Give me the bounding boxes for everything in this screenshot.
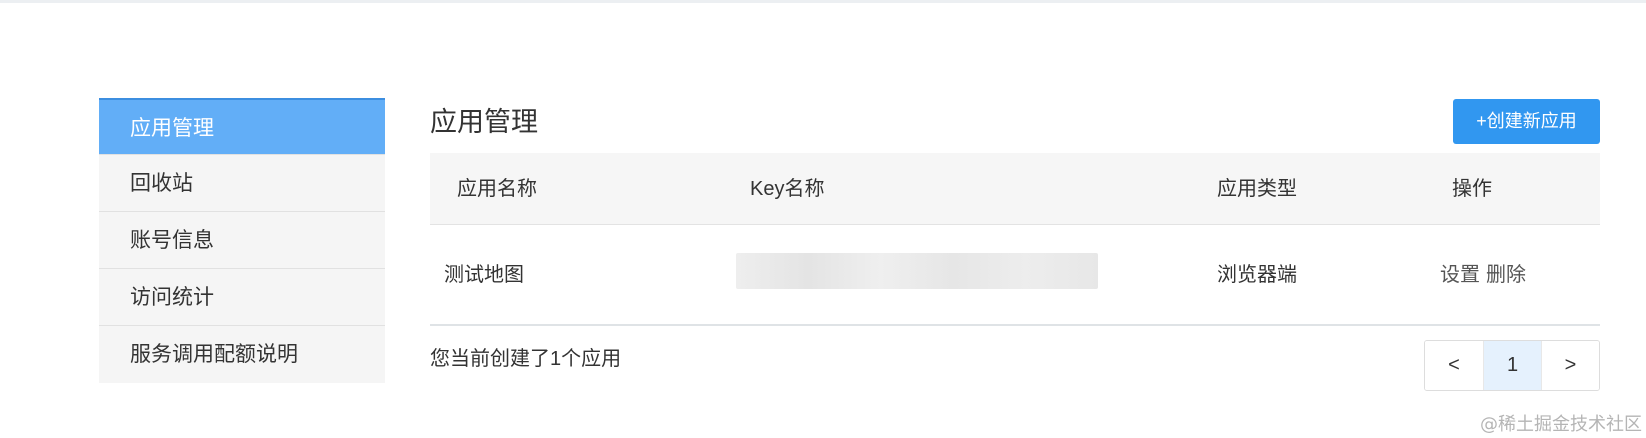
column-header-key-name: Key名称 (750, 178, 825, 200)
sidebar-item-app-management[interactable]: 应用管理 (99, 98, 385, 155)
next-page-button[interactable]: > (1541, 341, 1599, 390)
pagination: < 1 > (1424, 340, 1600, 391)
actions-cell: 设置 删除 (1440, 225, 1532, 326)
column-header-actions: 操作 (1452, 178, 1492, 200)
column-header-app-type: 应用类型 (1217, 178, 1297, 200)
top-border (0, 0, 1646, 3)
watermark: @稀土掘金技术社区 (1480, 414, 1642, 435)
app-name-cell: 测试地图 (444, 264, 524, 286)
sidebar-item-account-info[interactable]: 账号信息 (99, 212, 385, 269)
create-app-button[interactable]: +创建新应用 (1453, 99, 1600, 144)
app-count-summary: 您当前创建了1个应用 (430, 348, 622, 370)
page-number-current[interactable]: 1 (1483, 341, 1541, 390)
delete-link[interactable]: 删除 (1486, 264, 1526, 286)
column-header-app-name: 应用名称 (457, 178, 537, 200)
app-table: 应用名称 Key名称 应用类型 操作 测试地图 浏览器端 设置 删除 (430, 153, 1600, 326)
key-cell-blurred (736, 253, 1098, 289)
table-row: 测试地图 浏览器端 设置 删除 (430, 225, 1600, 326)
prev-page-button[interactable]: < (1425, 341, 1483, 390)
sidebar: 应用管理 回收站 账号信息 访问统计 服务调用配额说明 (99, 98, 385, 383)
settings-link[interactable]: 设置 (1440, 264, 1480, 286)
table-header: 应用名称 Key名称 应用类型 操作 (430, 153, 1600, 225)
sidebar-item-recycle-bin[interactable]: 回收站 (99, 155, 385, 212)
app-type-cell: 浏览器端 (1217, 264, 1297, 286)
sidebar-item-quota-info[interactable]: 服务调用配额说明 (99, 326, 385, 383)
page-title: 应用管理 (430, 107, 538, 137)
sidebar-item-access-stats[interactable]: 访问统计 (99, 269, 385, 326)
